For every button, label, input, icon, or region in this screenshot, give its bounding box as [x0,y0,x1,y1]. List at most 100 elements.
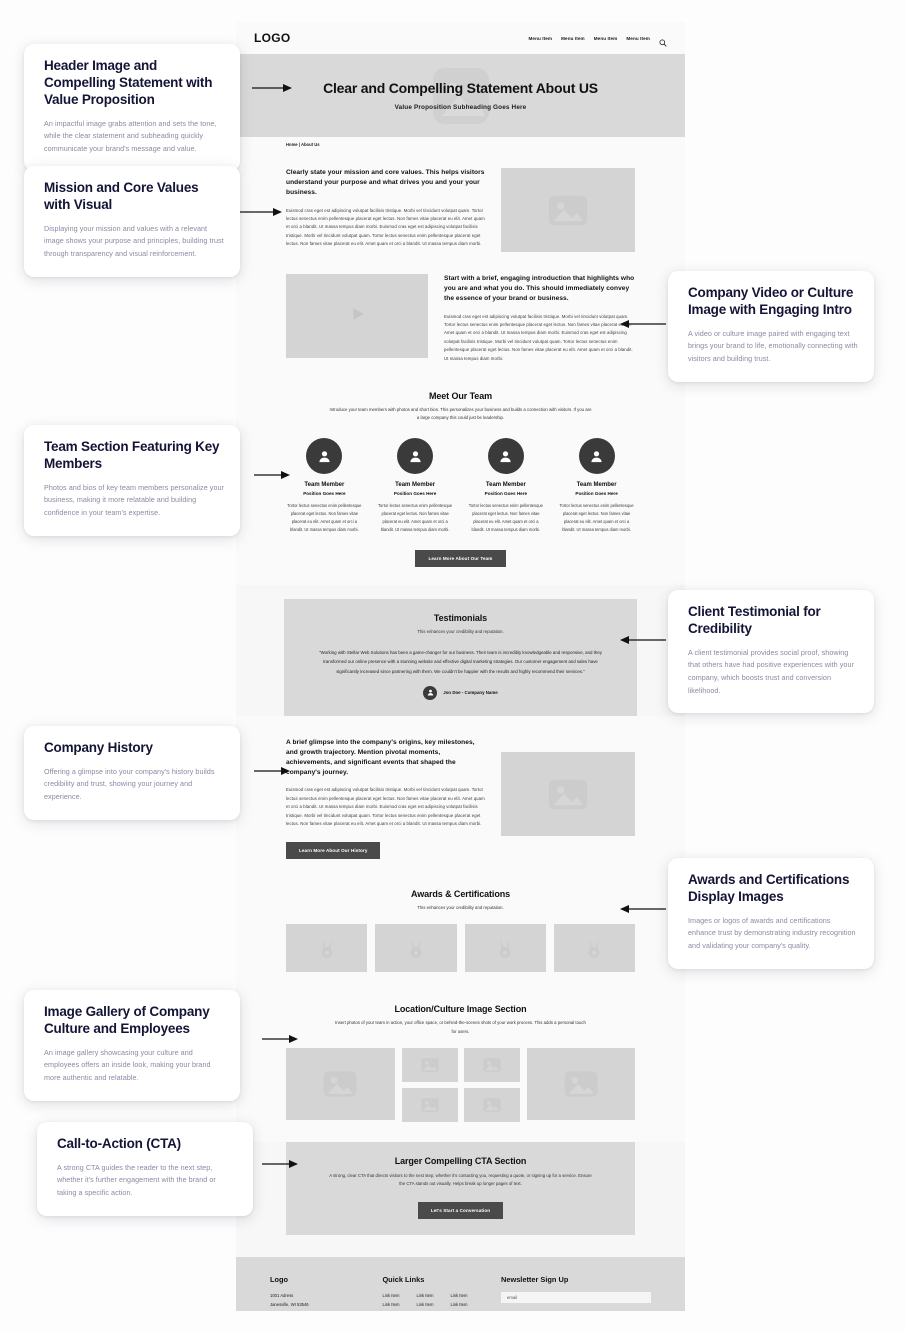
start-conversation-button[interactable]: Let's Start a Conversation [417,1202,504,1220]
team-member-name: Team Member [576,482,617,489]
nav-item-3[interactable]: Menu Item [594,36,618,41]
annotation-title: Mission and Core Values with Visual [44,180,199,212]
footer-address-line[interactable]: 608-100-0000 [270,1310,354,1312]
testimonial-author: Jon Doe - Company Name [443,690,498,696]
award-medal-icon [464,924,546,973]
awards-title: Awards & Certifications [410,889,511,900]
footer-newsletter-column: Newsletter Sign Up email Sign Up [501,1275,651,1311]
footer-newsletter-heading: Newsletter Sign Up [501,1275,569,1285]
nav-item-4[interactable]: Menu Item [626,36,650,41]
wireframe-annotation-board: Header Image and Compelling Statement wi… [0,0,905,1333]
learn-more-history-button[interactable]: Learn More About Our History [286,842,381,860]
footer-link[interactable]: Link Item [450,1292,467,1301]
annotation-card-company-video: Company Video or Culture Image with Enga… [668,271,874,382]
mission-lead: Clearly state your mission and core valu… [286,169,485,197]
gallery-image-placeholder-icon [463,1087,520,1122]
history-section: A brief glimpse into the company's origi… [236,715,685,878]
footer-link[interactable]: Link Item [416,1310,433,1312]
footer-logo-heading: Logo [270,1275,289,1285]
testimonials-section: Testimonials This enhances your credibil… [284,599,637,716]
team-member-position: Position Goes Here [303,491,346,497]
footer-link[interactable]: Link Item [416,1292,433,1301]
site-footer: Logo 1001 Adress Janesville, WI 53546 60… [236,1257,685,1311]
annotation-body: A client testimonial provides social pro… [688,647,854,695]
nav-item-2[interactable]: Menu Item [561,36,585,41]
annotation-card-team-section: Team Section Featuring Key Members Photo… [24,425,240,536]
nav-menu: Menu Item Menu Item Menu Item Menu Item [529,34,668,47]
annotation-card-image-gallery: Image Gallery of Company Culture and Emp… [24,990,240,1101]
annotation-card-company-history: Company History Offering a glimpse into … [24,726,240,820]
avatar-person-icon [306,438,343,475]
connector-arrow-mission-values [238,206,282,218]
footer-logo-column: Logo 1001 Adress Janesville, WI 53546 60… [270,1275,354,1311]
footer-link[interactable]: Link Item [450,1301,467,1310]
connector-arrow-company-history [254,765,290,777]
site-logo[interactable]: LOGO [254,31,291,45]
video-placeholder[interactable] [286,274,428,358]
play-icon[interactable] [346,303,368,330]
award-medal-icon [375,924,457,973]
hero-subheadline: Value Proposition Subheading Goes Here [394,104,527,111]
search-icon[interactable] [659,34,667,47]
cta-body: A strong, clear CTA that directs visitor… [329,1172,592,1186]
site-navbar: LOGO Menu Item Menu Item Menu Item Menu … [236,22,685,54]
team-member-position: Position Goes Here [393,491,437,497]
connector-arrow-awards [620,903,666,915]
connector-arrow-cta [262,1158,298,1170]
connector-arrow-team-section [254,469,290,481]
annotation-card-awards-certifications: Awards and Certifications Display Images… [668,858,874,969]
gallery-grid [286,1047,635,1122]
gallery-title: Location/Culture Image Section [394,1004,527,1015]
testimonial-attribution: Jon Doe - Company Name [318,685,603,700]
annotation-card-cta: Call-to-Action (CTA) A strong CTA guides… [37,1122,253,1216]
history-text-column: A brief glimpse into the company's origi… [286,738,485,860]
mission-body: Euismod cras eget est adipiscing volutpa… [286,207,485,247]
annotation-title: Call-to-Action (CTA) [57,1136,181,1151]
gallery-image-placeholder-icon [401,1087,458,1122]
breadcrumb[interactable]: Home | About Us [236,137,685,152]
annotation-title: Image Gallery of Company Culture and Emp… [44,1004,210,1036]
footer-link[interactable]: Link Item [450,1310,467,1312]
footer-link[interactable]: Link Item [416,1301,433,1310]
nav-item-1[interactable]: Menu Item [529,36,553,41]
award-medal-icon [286,924,368,973]
annotation-body: Images or logos of awards and certificat… [688,915,856,950]
learn-more-team-button[interactable]: Learn More About Our Team [415,550,506,568]
avatar-person-icon [578,438,615,475]
video-section: Start with a brief, engaging introductio… [236,268,685,381]
gallery-image-placeholder-icon [463,1047,520,1082]
footer-quicklinks-heading: Quick Links [382,1275,425,1285]
team-member-position: Position Goes Here [484,491,528,497]
annotation-card-header-image: Header Image and Compelling Statement wi… [24,44,240,172]
connector-arrow-client-testimonial [620,634,666,646]
awards-subtitle: This enhances your credibility and reput… [417,905,504,911]
footer-link[interactable]: Link Item [382,1292,399,1301]
annotation-title: Awards and Certifications Display Images [688,872,850,904]
annotation-body: Offering a glimpse into your company's h… [44,766,215,802]
avatar-person-icon [397,438,434,475]
annotation-title: Client Testimonial for Credibility [688,604,821,636]
website-wireframe-mockup: LOGO Menu Item Menu Item Menu Item Menu … [236,22,685,1311]
team-member-name: Team Member [485,482,526,489]
history-image-placeholder-icon [501,751,635,836]
mission-section: Clearly state your mission and core valu… [236,152,685,268]
gallery-mid-grid [401,1047,520,1122]
footer-quicklinks-column: Quick Links Link Item Link Item Link Ite… [382,1275,473,1311]
hero-section: Clear and Compelling Statement About US … [236,54,685,137]
newsletter-email-input[interactable]: email [501,1292,651,1304]
team-grid: Team Member Position Goes Here Tortor le… [286,438,635,533]
team-member-bio: Tortor lectus senectus enim pellentesque… [468,503,543,532]
gallery-subtitle: Insert photos of your team in action, yo… [335,1020,586,1034]
annotation-title: Company Video or Culture Image with Enga… [688,285,854,317]
annotation-body: Photos and bios of key team members pers… [44,482,224,517]
annotation-title: Company History [44,740,153,755]
annotation-body: A video or culture image paired with eng… [688,328,858,363]
footer-address-line: Janesville, WI 53546 [270,1301,309,1307]
cta-title: Larger Compelling CTA Section [394,1155,527,1166]
footer-link[interactable]: Link Item [382,1301,399,1310]
annotation-body: An impactful image grabs attention and s… [44,118,217,153]
footer-link[interactable]: Link Item [382,1310,399,1312]
video-text-column: Start with a brief, engaging introductio… [444,274,635,363]
annotation-card-client-testimonial: Client Testimonial for Credibility A cli… [668,590,874,714]
team-member-name: Team Member [395,482,436,489]
